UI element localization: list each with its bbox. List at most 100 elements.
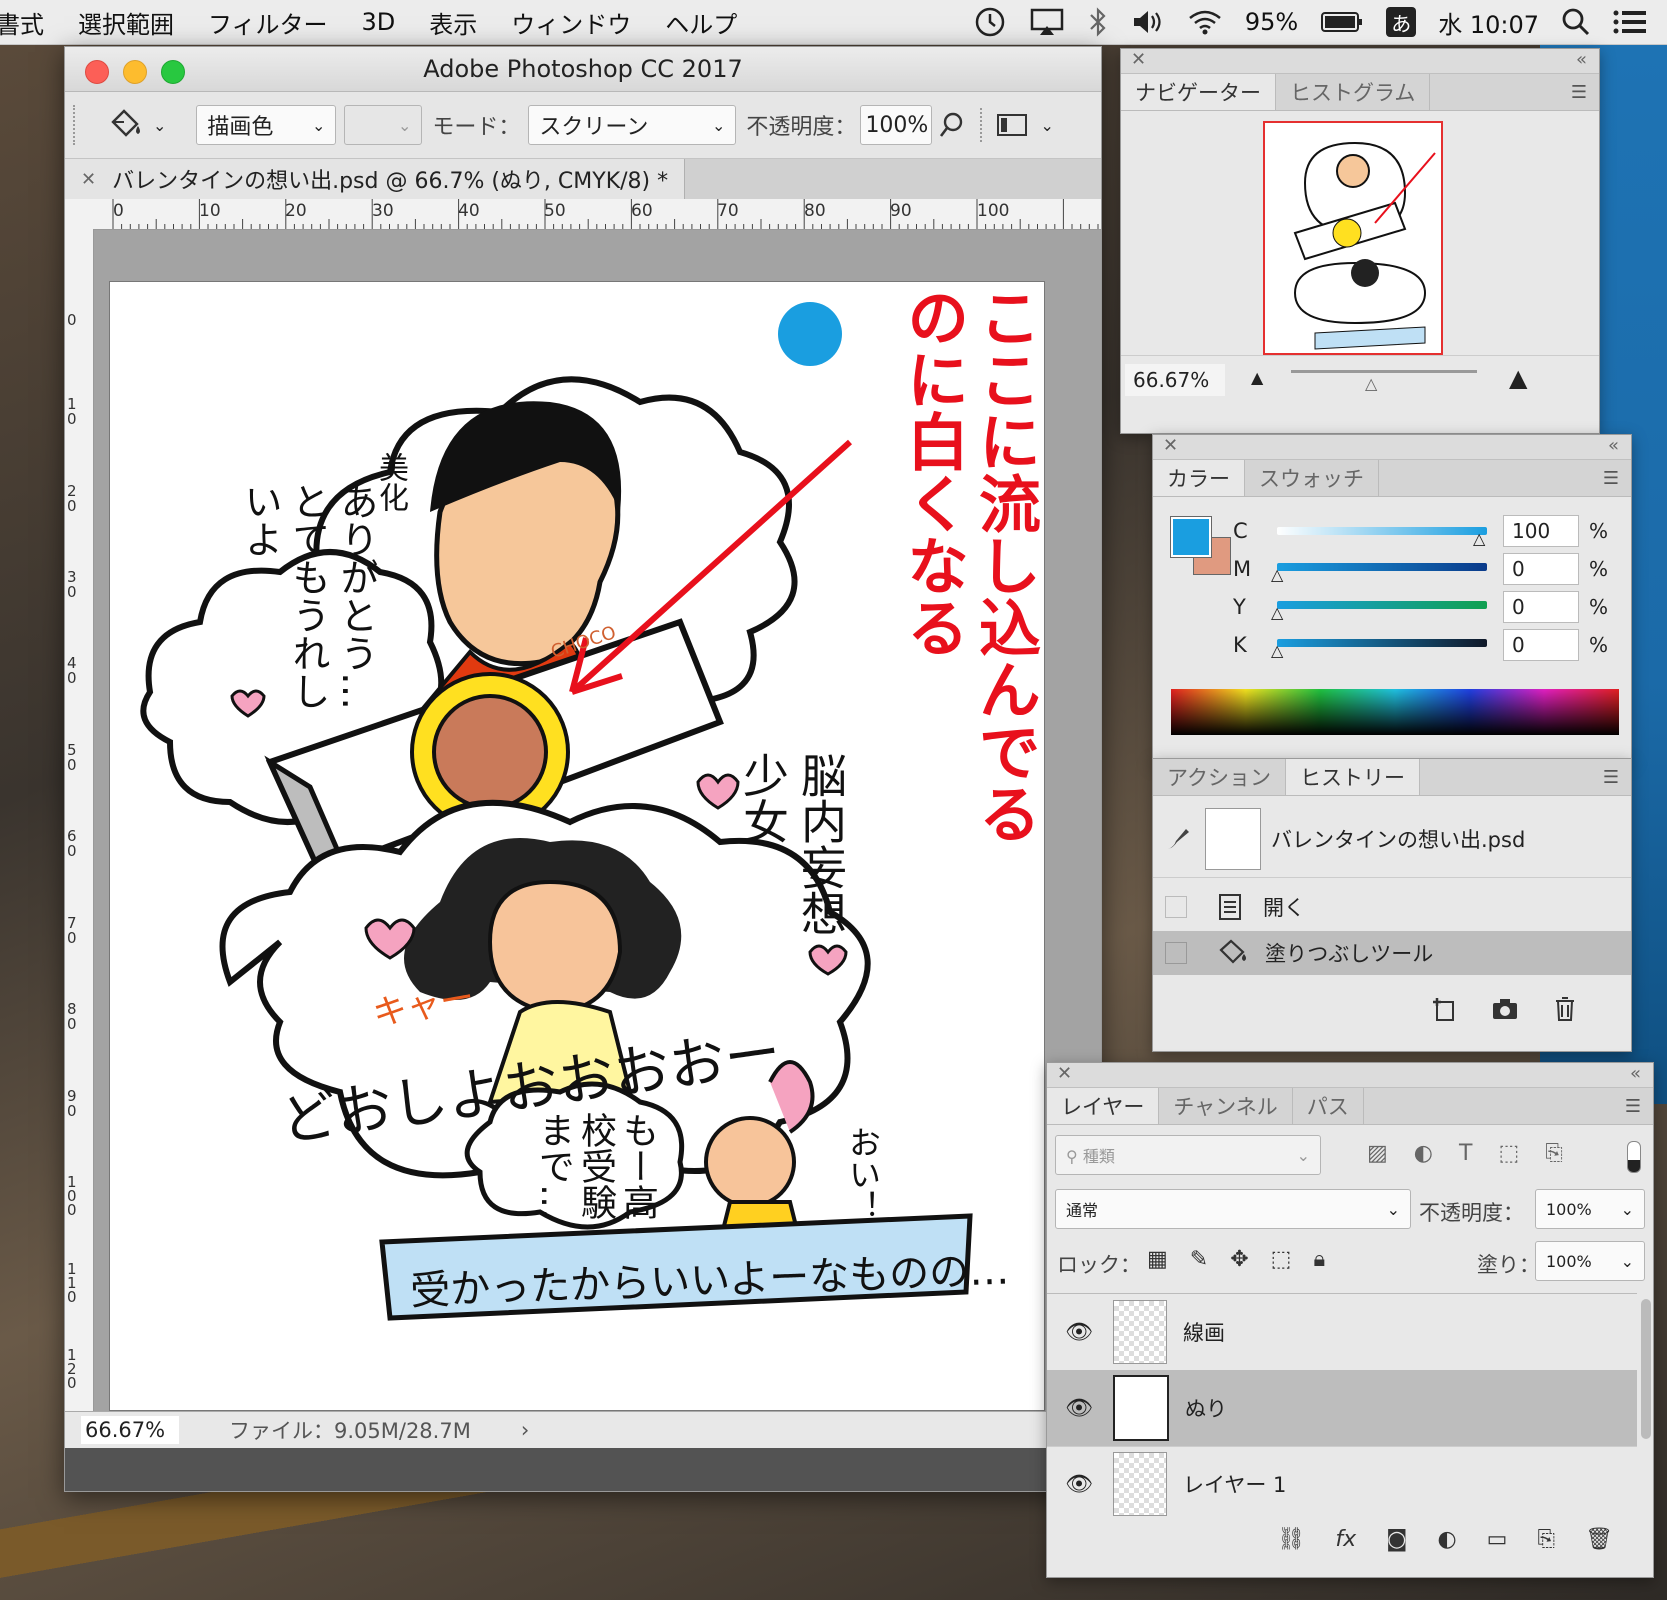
opacity-field[interactable]: 100%	[860, 105, 933, 145]
battery-icon[interactable]	[1320, 10, 1364, 34]
status-zoom[interactable]: 66.67%	[81, 1416, 179, 1444]
navigator-zoom-field[interactable]: 66.67%	[1125, 364, 1225, 396]
layer-blend-mode-dropdown[interactable]: 通常 ⌄	[1055, 1189, 1411, 1229]
adjustment-layer-icon[interactable]: ◐	[1437, 1527, 1456, 1552]
collapse-panel-icon[interactable]: «	[1630, 1063, 1641, 1084]
panel-header[interactable]: ✕ «	[1047, 1063, 1653, 1088]
cyan-value-field[interactable]: 100	[1503, 515, 1579, 547]
menu-item-help[interactable]: ヘルプ	[665, 5, 737, 40]
shape-filter-icon[interactable]: ⬚	[1498, 1141, 1519, 1166]
panel-menu-icon[interactable]: ☰	[1571, 82, 1587, 103]
time-machine-icon[interactable]	[973, 5, 1007, 39]
zoom-in-icon[interactable]: ▲	[1509, 364, 1527, 392]
new-document-from-state-icon[interactable]	[1431, 996, 1457, 1026]
window-titlebar[interactable]: Adobe Photoshop CC 2017	[65, 47, 1101, 92]
black-slider-thumb[interactable]: △	[1271, 641, 1283, 660]
layer-row[interactable]: 👁︎ レイヤー 1	[1047, 1446, 1637, 1516]
panel-header[interactable]: ✕ «	[1121, 49, 1599, 74]
layers-scrollbar[interactable]	[1641, 1299, 1651, 1439]
magenta-slider[interactable]	[1277, 563, 1487, 571]
layer-fill-field[interactable]: 100% ⌄	[1535, 1241, 1645, 1281]
layer-row[interactable]: 👁︎ 線画	[1047, 1294, 1637, 1371]
history-snapshot-row[interactable]: バレンタインの想い出.psd	[1153, 801, 1631, 878]
menu-item-3d[interactable]: 3D	[362, 8, 396, 36]
history-source-checkbox[interactable]	[1165, 896, 1187, 918]
scrubby-icon[interactable]	[938, 111, 966, 139]
magenta-value-field[interactable]: 0	[1503, 553, 1579, 585]
eye-icon[interactable]: 👁︎	[1065, 1396, 1095, 1421]
notification-center-icon[interactable]	[1613, 9, 1647, 35]
document-canvas[interactable]: ここに流し込んでるのに白くなる ありがとう… とてもうれしいよ 美化 脳内妄想少…	[110, 282, 1044, 1410]
add-mask-icon[interactable]: ◙	[1386, 1527, 1407, 1552]
paint-bucket-icon[interactable]	[107, 108, 145, 142]
fx-icon[interactable]: fx	[1335, 1527, 1356, 1552]
document-tab[interactable]: ✕ バレンタインの想い出.psd @ 66.7% (ぬり, CMYK/8) *	[65, 159, 686, 199]
panel-menu-icon[interactable]: ☰	[1603, 468, 1619, 489]
delete-layer-trash-icon[interactable]: 🗑︎	[1585, 1527, 1613, 1552]
lock-transparent-icon[interactable]: ▦	[1147, 1247, 1168, 1272]
menu-item-filter[interactable]: フィルター	[208, 5, 328, 40]
trash-icon[interactable]	[1553, 996, 1577, 1026]
history-source-checkbox[interactable]	[1165, 942, 1187, 964]
menu-clock[interactable]: 水 10:07	[1438, 5, 1539, 40]
lock-position-icon[interactable]: ✥	[1230, 1247, 1248, 1272]
zoom-out-icon[interactable]: ▲	[1251, 368, 1263, 387]
menu-item-window[interactable]: ウィンドウ	[511, 5, 631, 40]
zoom-slider-thumb[interactable]: △	[1365, 374, 1377, 393]
layer-row-selected[interactable]: 👁︎ ぬり	[1047, 1370, 1637, 1447]
fill-source-dropdown[interactable]: 描画色 ⌄	[196, 105, 337, 145]
menu-item-view[interactable]: 表示	[429, 5, 477, 40]
volume-icon[interactable]	[1131, 8, 1165, 36]
close-tab-icon[interactable]: ✕	[81, 169, 96, 190]
tab-layers[interactable]: レイヤー	[1047, 1088, 1160, 1124]
lock-artboard-icon[interactable]: ⬚	[1271, 1247, 1292, 1272]
status-file-size[interactable]: ファイル：9.05M/28.7M	[229, 1415, 471, 1445]
history-state-row-selected[interactable]: 塗りつぶしツール	[1153, 931, 1631, 975]
tab-history[interactable]: ヒストリー	[1285, 759, 1420, 795]
black-slider[interactable]	[1277, 639, 1487, 647]
cyan-slider-thumb[interactable]: △	[1473, 529, 1485, 548]
yellow-slider[interactable]	[1277, 601, 1487, 609]
canvas-area[interactable]: ここに流し込んでるのに白くなる ありがとう… とてもうれしいよ 美化 脳内妄想少…	[94, 230, 1101, 1411]
layer-filter-dropdown[interactable]: ⚲ 種類 ⌄	[1055, 1135, 1321, 1175]
spotlight-search-icon[interactable]	[1561, 7, 1591, 37]
navigator-thumbnail[interactable]	[1263, 121, 1443, 355]
bluetooth-icon[interactable]	[1087, 7, 1109, 37]
history-brush-icon[interactable]	[1163, 825, 1193, 853]
tab-channels[interactable]: チャンネル	[1159, 1088, 1293, 1124]
adjustment-filter-icon[interactable]: ◐	[1414, 1141, 1433, 1166]
smart-object-filter-icon[interactable]: ⎘	[1545, 1141, 1563, 1166]
layer-opacity-field[interactable]: 100% ⌄	[1535, 1189, 1645, 1229]
input-method-badge[interactable]: あ	[1386, 7, 1417, 37]
close-panel-icon[interactable]: ✕	[1163, 435, 1178, 456]
collapse-panel-icon[interactable]: «	[1576, 49, 1587, 70]
black-value-field[interactable]: 0	[1503, 629, 1579, 661]
menu-item-format[interactable]: 書式	[0, 5, 44, 40]
panel-menu-icon[interactable]: ☰	[1603, 767, 1619, 788]
eye-icon[interactable]: 👁︎	[1065, 1472, 1095, 1497]
panel-menu-icon[interactable]: ☰	[1625, 1096, 1641, 1117]
close-panel-icon[interactable]: ✕	[1057, 1063, 1072, 1084]
cyan-slider[interactable]	[1277, 527, 1487, 535]
tab-navigator[interactable]: ナビゲーター	[1121, 74, 1276, 110]
horizontal-ruler[interactable]: 0 10 20 30 40 50 60 70 80 90 100	[93, 199, 1101, 230]
yellow-slider-thumb[interactable]: △	[1271, 603, 1283, 622]
panel-header[interactable]: ✕ «	[1153, 435, 1631, 460]
new-group-folder-icon[interactable]: ▭	[1487, 1527, 1508, 1552]
new-layer-icon[interactable]: ⎘	[1537, 1527, 1555, 1552]
tab-actions[interactable]: アクション	[1153, 759, 1286, 795]
ruler-origin[interactable]	[65, 199, 94, 230]
filter-toggle[interactable]	[1627, 1141, 1641, 1173]
foreground-color-swatch[interactable]	[1170, 516, 1212, 558]
close-panel-icon[interactable]: ✕	[1131, 49, 1146, 70]
vertical-ruler[interactable]: 0 10 20 30 40 50 60 70 80 90 100 110 120	[65, 229, 94, 1411]
history-state-row[interactable]: 開く	[1153, 885, 1631, 929]
lock-paint-icon[interactable]: ✎	[1190, 1247, 1208, 1272]
tab-swatches[interactable]: スウォッチ	[1245, 460, 1379, 496]
wifi-icon[interactable]	[1187, 8, 1223, 36]
status-menu-chevron-icon[interactable]: ›	[521, 1418, 529, 1442]
tab-color[interactable]: カラー	[1153, 460, 1245, 496]
color-spectrum-bar[interactable]	[1171, 689, 1619, 735]
pattern-dropdown[interactable]: ⌄	[344, 105, 423, 145]
navigator-zoom-slider[interactable]	[1291, 370, 1477, 373]
